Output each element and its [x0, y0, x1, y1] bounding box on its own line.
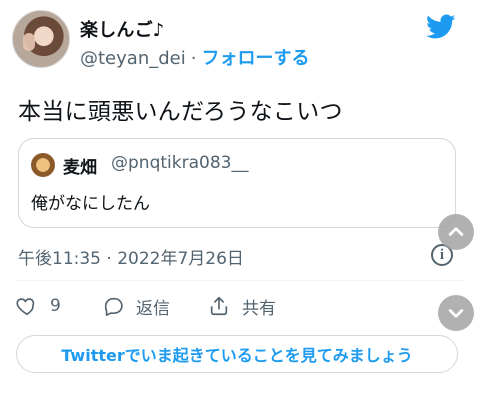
share-upload-icon	[210, 296, 228, 316]
share-label: 共有	[242, 298, 276, 319]
see-whats-happening-button[interactable]: Twitterでいま起きていることを見てみましょう	[16, 335, 458, 373]
quoted-tweet-text: 俺がなにしたん	[31, 194, 150, 214]
handle-separator: ·	[190, 48, 197, 69]
author-handle-line: @teyan_dei · フォローする	[80, 44, 309, 70]
tweet-card: 楽しんご♪ @teyan_dei · フォローする 本当に頭悪いんだろうなこいつ 麦…	[0, 0, 480, 401]
author-name[interactable]: 楽しんご♪	[80, 16, 165, 42]
quoted-author-handle[interactable]: @pnqtikra083__	[111, 153, 248, 173]
quoted-author-name[interactable]: 麦畑	[63, 153, 97, 178]
tweet-text: 本当に頭悪いんだろうなこいつ	[18, 99, 343, 125]
like-button[interactable]: 9	[16, 291, 61, 321]
chevron-down-icon	[448, 309, 464, 318]
avatar-hand-detail	[23, 33, 35, 51]
reply-button[interactable]: 返信	[102, 291, 170, 321]
divider	[16, 280, 464, 281]
twitter-bird-icon[interactable]	[426, 14, 456, 40]
scroll-down-button[interactable]	[438, 295, 474, 331]
like-count: 9	[50, 296, 61, 316]
tweet-timestamp[interactable]: 午後11:35 · 2022年7月26日	[18, 244, 244, 269]
scroll-up-button[interactable]	[438, 214, 474, 250]
author-handle[interactable]: @teyan_dei	[80, 48, 186, 69]
heart-icon	[16, 298, 35, 316]
follow-link[interactable]: フォローする	[201, 48, 309, 69]
reply-bubble-icon	[104, 297, 123, 316]
author-avatar[interactable]	[12, 10, 70, 68]
quoted-tweet[interactable]: 麦畑 @pnqtikra083__ 俺がなにしたん	[18, 138, 456, 228]
reply-label: 返信	[136, 298, 170, 319]
quoted-author-avatar[interactable]	[31, 153, 55, 177]
share-button[interactable]: 共有	[208, 291, 276, 321]
tweet-actions: 9 返信 共有	[16, 291, 376, 321]
chevron-up-icon	[448, 227, 464, 236]
